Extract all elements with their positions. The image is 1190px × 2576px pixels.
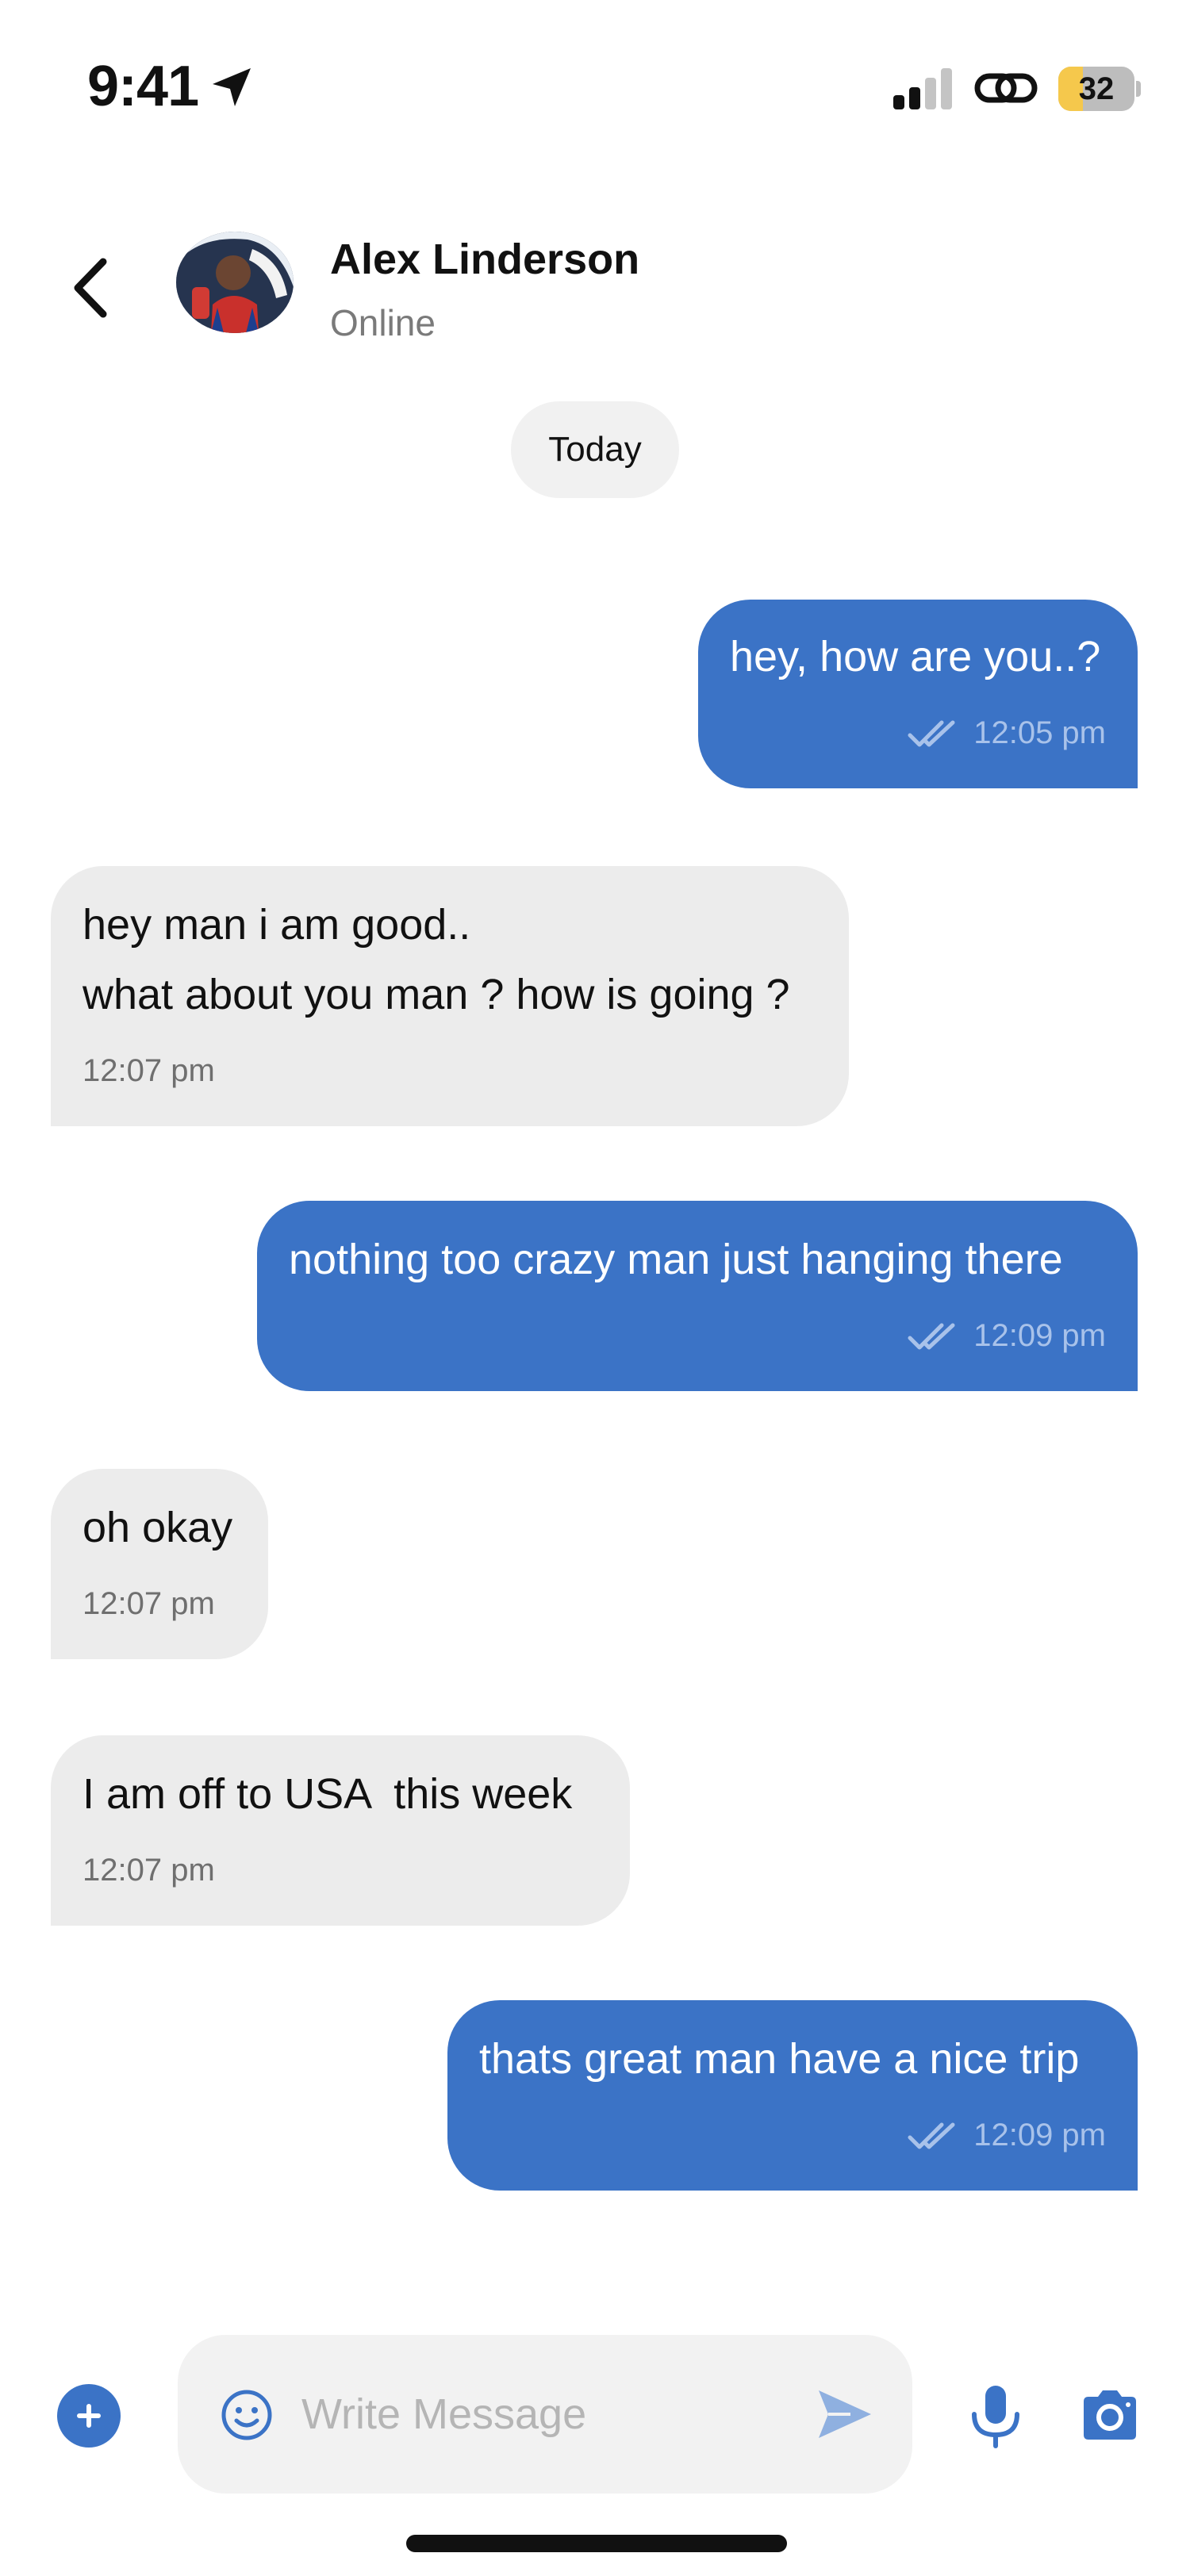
- battery-cap: [1136, 81, 1141, 97]
- message-composer: [178, 2335, 912, 2494]
- microphone-icon[interactable]: [968, 2382, 1023, 2449]
- emoji-icon[interactable]: [221, 2389, 273, 2441]
- plus-icon: [77, 2404, 101, 2428]
- received-message-bubble[interactable]: oh okay 12:07 pm: [51, 1469, 268, 1659]
- message-time: 12:07 pm: [83, 1853, 215, 1888]
- message-text: oh okay: [83, 1504, 233, 1551]
- battery-icon: 32: [1058, 67, 1141, 111]
- received-message-bubble[interactable]: I am off to USA this week 12:07 pm: [51, 1735, 630, 1926]
- message-meta: 12:05 pm: [907, 715, 1106, 751]
- message-text: what about you man ? how is going ?: [83, 971, 790, 1018]
- personal-hotspot-icon: [974, 73, 1038, 103]
- sent-message-bubble[interactable]: thats great man have a nice trip 12:09 p…: [447, 2000, 1138, 2191]
- message-time: 12:07 pm: [83, 1053, 215, 1088]
- received-message-bubble[interactable]: hey man i am good.. what about you man ?…: [51, 866, 849, 1126]
- status-time: 9:41: [87, 55, 199, 118]
- double-check-icon: [908, 2122, 955, 2149]
- message-text: nothing too crazy man just hanging there: [289, 1236, 1063, 1283]
- message-time: 12:05 pm: [973, 715, 1106, 750]
- message-meta: 12:09 pm: [907, 1318, 1106, 1354]
- location-arrow-icon: [213, 68, 251, 106]
- double-check-icon: [908, 1323, 955, 1349]
- message-text: hey, how are you..?: [730, 633, 1101, 680]
- sent-message-bubble[interactable]: nothing too crazy man just hanging there…: [257, 1201, 1138, 1391]
- battery-body: 32: [1058, 67, 1134, 111]
- send-icon[interactable]: [812, 2382, 876, 2446]
- message-time: 12:09 pm: [973, 1318, 1106, 1353]
- date-separator: Today: [511, 401, 679, 498]
- message-input[interactable]: [301, 2382, 793, 2446]
- message-text: thats great man have a nice trip: [479, 2035, 1080, 2083]
- message-time: 12:07 pm: [83, 1586, 215, 1621]
- cellular-signal-icon: [893, 68, 952, 109]
- message-text: I am off to USA this week: [83, 1770, 573, 1818]
- back-button[interactable]: [63, 254, 116, 322]
- contact-name[interactable]: Alex Linderson: [330, 235, 639, 284]
- add-attachment-button[interactable]: [57, 2384, 121, 2448]
- contact-photo: [176, 232, 294, 333]
- camera-icon[interactable]: [1079, 2387, 1141, 2443]
- home-indicator[interactable]: [406, 2535, 787, 2552]
- chevron-left-icon: [74, 258, 107, 318]
- message-text: hey man i am good..: [83, 901, 471, 949]
- contact-status: Online: [330, 302, 436, 343]
- message-time: 12:09 pm: [973, 2118, 1106, 2152]
- sent-message-bubble[interactable]: hey, how are you..? 12:05 pm: [698, 600, 1138, 788]
- avatar[interactable]: [176, 232, 294, 333]
- double-check-icon: [908, 720, 955, 746]
- message-meta: 12:09 pm: [907, 2118, 1106, 2153]
- battery-percentage: 32: [1078, 71, 1115, 106]
